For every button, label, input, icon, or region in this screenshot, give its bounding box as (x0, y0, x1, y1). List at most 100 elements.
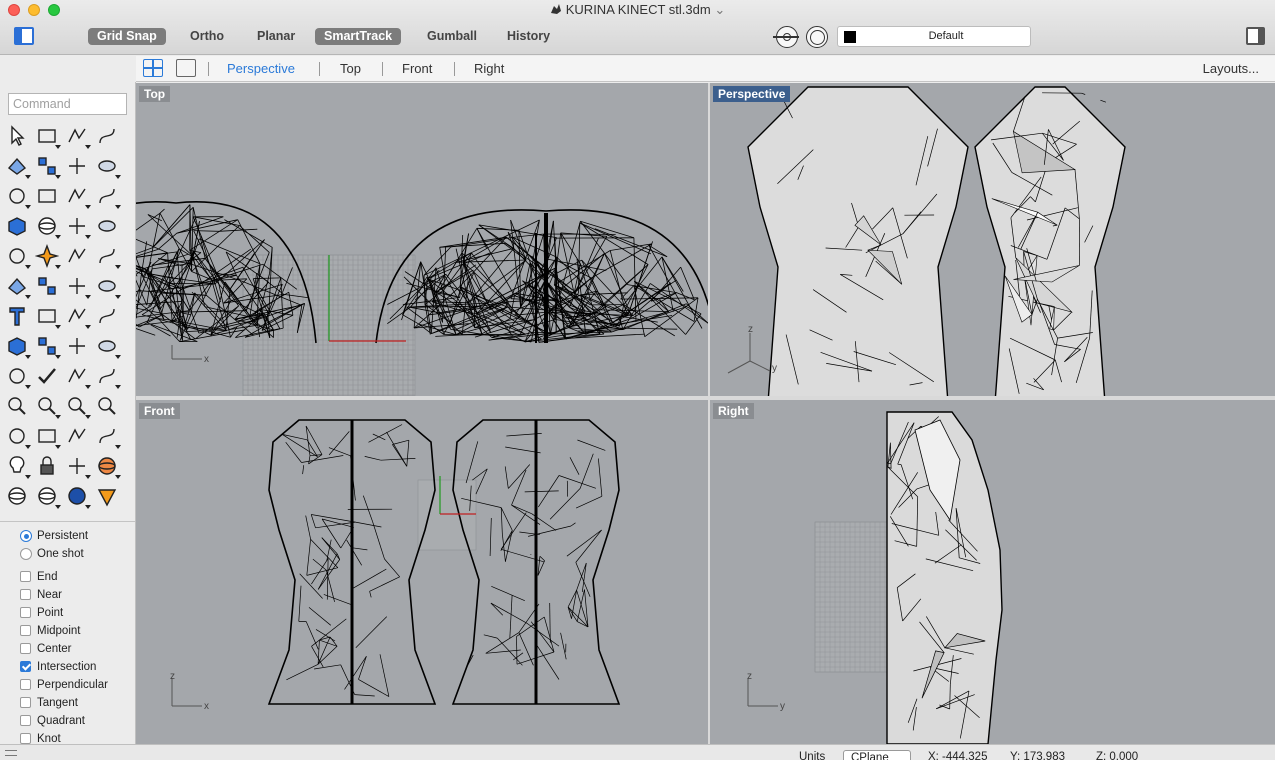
polyline-icon[interactable] (65, 124, 91, 149)
ortho-toggle[interactable]: Ortho (181, 28, 233, 45)
sweep-icon[interactable] (95, 184, 121, 209)
analyze-icon[interactable] (5, 364, 31, 389)
boolean-icon[interactable] (5, 244, 31, 269)
rectangle-icon[interactable] (95, 154, 121, 179)
cylinder-icon[interactable] (65, 214, 91, 239)
dimension-icon[interactable] (35, 334, 61, 359)
viewport-splitter-vertical[interactable] (708, 83, 710, 744)
grid-plane-icon[interactable] (65, 424, 89, 448)
trim-icon[interactable] (65, 244, 89, 268)
tab-perspective[interactable]: Perspective (227, 61, 295, 76)
light-icon[interactable] (5, 454, 31, 479)
center-checkbox[interactable] (20, 643, 31, 654)
history-toggle[interactable]: History (498, 28, 559, 45)
viewport-label-front[interactable]: Front (139, 403, 180, 419)
layouts-button[interactable]: Layouts... (1203, 61, 1259, 76)
viewport-top[interactable]: x Top (136, 83, 708, 396)
record-history-icon[interactable] (806, 26, 828, 48)
polygon-icon[interactable] (5, 184, 31, 209)
cone-icon[interactable] (95, 484, 119, 508)
single-viewport-layout-icon[interactable] (176, 59, 196, 77)
rotate-view-icon[interactable] (5, 424, 31, 449)
tangent-checkbox[interactable] (20, 697, 31, 708)
paint-icon[interactable] (95, 364, 121, 389)
grid-array-icon[interactable] (65, 334, 89, 358)
color-wheel-icon[interactable] (95, 454, 121, 479)
cplane-select[interactable]: CPlane (843, 750, 911, 760)
perpendicular-checkbox[interactable] (20, 679, 31, 690)
viewport-label-right[interactable]: Right (713, 403, 754, 419)
quadrant-checkbox[interactable] (20, 715, 31, 726)
explode-icon[interactable] (34, 244, 61, 269)
offset-icon[interactable] (65, 274, 91, 299)
flyout-indicator-icon (55, 445, 61, 449)
split-icon[interactable] (95, 244, 121, 269)
knot-checkbox[interactable] (20, 733, 31, 744)
viewport-right[interactable]: z y Right (710, 400, 1275, 744)
right-panel-toggle-icon[interactable] (1246, 27, 1265, 45)
wire-sphere-icon[interactable] (5, 484, 29, 508)
select-arrow-icon[interactable] (5, 124, 29, 148)
tab-top[interactable]: Top (340, 61, 361, 76)
point-icon[interactable] (35, 124, 61, 149)
block-icon[interactable] (5, 334, 31, 359)
gumball-toggle[interactable]: Gumball (418, 28, 486, 45)
one-shot-radio[interactable] (20, 548, 32, 560)
surface-icon[interactable] (95, 214, 119, 238)
fillet-curve-icon[interactable] (35, 184, 59, 208)
curve-fillet-icon[interactable] (95, 274, 121, 299)
viewport-label-perspective[interactable]: Perspective (713, 86, 791, 102)
ellipse-icon[interactable] (35, 154, 61, 179)
box-icon[interactable] (5, 214, 29, 238)
point-checkbox[interactable] (20, 607, 31, 618)
grid-snap-toggle[interactable]: Grid Snap (88, 28, 166, 45)
car-icon[interactable] (35, 424, 61, 449)
circle-icon[interactable] (5, 154, 31, 179)
units-label[interactable]: Units (799, 751, 825, 760)
viewport-splitter-horizontal[interactable] (136, 396, 1275, 400)
group-icon[interactable] (35, 274, 59, 298)
zoom-extents-icon[interactable] (65, 394, 91, 419)
persistent-radio[interactable] (20, 530, 32, 542)
osnap-icon[interactable] (773, 26, 799, 48)
smarttrack-toggle[interactable]: SmartTrack (315, 28, 402, 45)
title-toolbar: KURINA KINECT stl.3dm ⌄ Grid Snap Ortho … (0, 0, 1275, 55)
extrude-curve-icon[interactable] (65, 184, 91, 209)
zoom-selected-icon[interactable] (95, 394, 119, 418)
align-icon[interactable] (95, 334, 121, 359)
status-handle-icon[interactable] (5, 750, 17, 756)
arc-icon[interactable] (65, 154, 89, 178)
command-input[interactable] (8, 93, 127, 115)
near-checkbox[interactable] (20, 589, 31, 600)
viewport-perspective[interactable]: z y Perspective (710, 83, 1275, 396)
tab-right[interactable]: Right (474, 61, 504, 76)
planar-toggle[interactable]: Planar (248, 28, 304, 45)
window-title[interactable]: KURINA KINECT stl.3dm ⌄ (0, 2, 1275, 18)
material-icon[interactable] (65, 454, 91, 479)
end-checkbox[interactable] (20, 571, 31, 582)
layer-selector[interactable]: Default (837, 26, 1031, 47)
lock-icon[interactable] (35, 454, 59, 478)
sphere-icon[interactable] (35, 214, 61, 239)
four-viewport-layout-icon[interactable] (143, 59, 163, 77)
zoom-window-icon[interactable] (35, 394, 61, 419)
tab-front[interactable]: Front (402, 61, 432, 76)
check-icon[interactable] (35, 364, 59, 388)
shaded-sphere-icon[interactable] (65, 484, 91, 509)
properties-icon[interactable] (95, 424, 121, 449)
curve-icon[interactable] (95, 124, 119, 148)
viewport-label-top[interactable]: Top (139, 86, 171, 102)
midpoint-checkbox[interactable] (20, 625, 31, 636)
render-icon[interactable] (65, 364, 91, 389)
intersection-label: Intersection (37, 661, 97, 673)
zoom-icon[interactable] (5, 394, 29, 418)
sidebar-toggle-icon[interactable] (14, 27, 34, 45)
text-icon[interactable] (5, 304, 29, 328)
intersection-checkbox[interactable] (20, 661, 31, 672)
join-icon[interactable] (5, 274, 31, 299)
transform-icon[interactable] (95, 304, 119, 328)
array-icon[interactable] (65, 304, 91, 329)
viewport-front[interactable]: z x Front (136, 400, 708, 744)
mesh-sphere-icon[interactable] (35, 484, 61, 509)
scale-icon[interactable] (35, 304, 61, 329)
